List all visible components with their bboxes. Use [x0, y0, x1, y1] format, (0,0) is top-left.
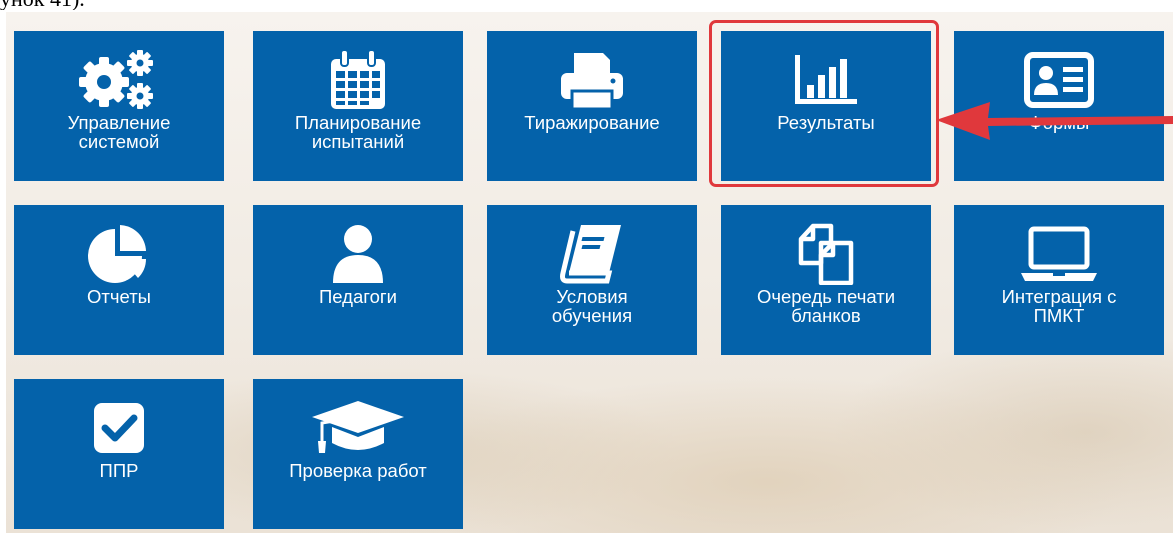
book-icon	[487, 223, 697, 284]
tile-print-queue[interactable]: Очередь печати бланков	[721, 205, 931, 355]
checkbox-icon	[14, 397, 224, 457]
tile-label: Управление системой	[67, 112, 171, 152]
calendar-icon	[253, 49, 463, 109]
tile-label: ППР	[99, 460, 139, 481]
dashboard-panel: Управление системой Планирование испытан…	[6, 12, 1173, 533]
tile-work-review[interactable]: Проверка работ	[253, 379, 463, 529]
tile-pmkt-integration[interactable]: Интеграция с ПМКТ	[954, 205, 1164, 355]
printer-icon	[487, 49, 697, 111]
tile-reports[interactable]: Отчеты	[14, 205, 224, 355]
tile-label: Педагоги	[319, 286, 397, 307]
tile-teachers[interactable]: Педагоги	[253, 205, 463, 355]
tile-label: Тиражирование	[524, 112, 660, 133]
tile-replication[interactable]: Тиражирование	[487, 31, 697, 181]
tile-learning-conditions[interactable]: Условия обучения	[487, 205, 697, 355]
gears-icon	[14, 49, 224, 109]
tile-label: Условия обучения	[551, 286, 633, 326]
copy-icon	[721, 223, 931, 285]
laptop-icon	[954, 223, 1164, 283]
tile-label: Очередь печати бланков	[756, 286, 896, 326]
tile-ppr[interactable]: ППР	[14, 379, 224, 529]
red-arrow-icon	[930, 96, 1173, 146]
pie-chart-icon	[14, 223, 224, 283]
tile-system-management[interactable]: Управление системой	[14, 31, 224, 181]
tile-label: Проверка работ	[289, 460, 427, 481]
tile-label: Интеграция с ПМКТ	[1001, 286, 1117, 326]
user-icon	[253, 223, 463, 283]
graduation-cap-icon	[253, 397, 463, 457]
tile-label: Планирование испытаний	[294, 112, 422, 152]
tile-test-planning[interactable]: Планирование испытаний	[253, 31, 463, 181]
document-caption: унок 41).	[0, 0, 85, 10]
tile-label: Отчеты	[87, 286, 151, 307]
results-highlight-frame	[709, 20, 939, 187]
